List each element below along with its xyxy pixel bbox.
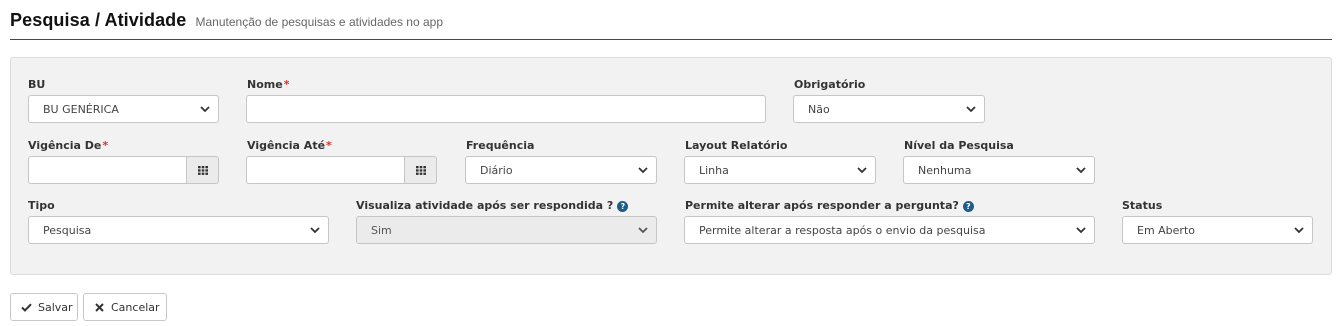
chevron-down-icon [966, 106, 976, 113]
layout-relatorio-select-value: Linha [699, 164, 729, 177]
vigencia-de-label: Vigência De* [28, 139, 109, 152]
chevron-down-icon [1294, 227, 1304, 234]
frequencia-select[interactable]: Diário [465, 156, 657, 184]
obrigatorio-select[interactable]: Não [793, 95, 985, 123]
page-subtitle: Manutenção de pesquisas e atividades no … [195, 15, 444, 29]
close-icon [95, 303, 104, 312]
required-mark: * [102, 139, 109, 152]
chevron-down-icon [200, 106, 210, 113]
bu-select-value: BU GENÉRICA [43, 103, 119, 116]
tipo-select-value: Pesquisa [43, 224, 92, 237]
calendar-grid-icon [416, 166, 426, 175]
page-header: Pesquisa / Atividade Manutenção de pesqu… [10, 10, 1332, 40]
nivel-pesquisa-select[interactable]: Nenhuma [903, 156, 1095, 184]
form-panel: BU BU GENÉRICA Nome* Obrigatório Não Vig… [10, 57, 1332, 275]
page-title: Pesquisa / Atividade [10, 10, 187, 30]
vigencia-ate-label: Vigência Até* [247, 139, 332, 152]
visualiza-select-value: Sim [371, 224, 392, 237]
calendar-grid-icon [198, 166, 208, 175]
obrigatorio-select-value: Não [808, 103, 830, 116]
cancel-button-label: Cancelar [111, 301, 160, 314]
save-button-label: Salvar [38, 301, 73, 314]
required-mark: * [283, 78, 290, 91]
chevron-down-icon [638, 227, 648, 234]
nome-input[interactable] [246, 95, 766, 123]
vigencia-de-calendar-button[interactable] [186, 156, 219, 184]
chevron-down-icon [310, 227, 320, 234]
permite-alterar-select-value: Permite alterar a resposta após o envio … [699, 224, 986, 237]
permite-alterar-label: Permite alterar após responder a pergunt… [685, 199, 974, 212]
frequencia-label: Frequência [466, 139, 535, 152]
vigencia-de-input[interactable] [28, 156, 187, 184]
vigencia-ate-calendar-button[interactable] [404, 156, 437, 184]
bu-label: BU [28, 78, 46, 91]
chevron-down-icon [1076, 227, 1086, 234]
save-button[interactable]: Salvar [10, 293, 78, 321]
status-select[interactable]: Em Aberto [1122, 216, 1313, 244]
status-select-value: Em Aberto [1137, 224, 1196, 237]
required-mark: * [326, 139, 332, 152]
frequencia-select-value: Diário [480, 164, 513, 177]
tipo-label: Tipo [28, 199, 55, 212]
layout-relatorio-label: Layout Relatório [685, 139, 788, 152]
status-label: Status [1122, 199, 1163, 212]
obrigatorio-label: Obrigatório [794, 78, 866, 91]
bu-select[interactable]: BU GENÉRICA [28, 95, 219, 123]
tipo-select[interactable]: Pesquisa [28, 216, 329, 244]
chevron-down-icon [638, 167, 648, 174]
nome-label: Nome* [247, 78, 290, 91]
layout-relatorio-select[interactable]: Linha [684, 156, 876, 184]
question-circle-icon[interactable]: ? [617, 201, 629, 212]
visualiza-label: Visualiza atividade após ser respondida … [356, 199, 629, 212]
question-circle-icon[interactable]: ? [962, 201, 974, 212]
visualiza-select: Sim [356, 216, 657, 244]
nivel-pesquisa-label: Nível da Pesquisa [904, 139, 1014, 152]
nivel-pesquisa-select-value: Nenhuma [918, 164, 972, 177]
permite-alterar-select[interactable]: Permite alterar a resposta após o envio … [684, 216, 1095, 244]
cancel-button[interactable]: Cancelar [83, 293, 167, 321]
chevron-down-icon [857, 167, 867, 174]
check-icon [21, 303, 32, 312]
chevron-down-icon [1076, 167, 1086, 174]
vigencia-ate-input[interactable] [246, 156, 405, 184]
